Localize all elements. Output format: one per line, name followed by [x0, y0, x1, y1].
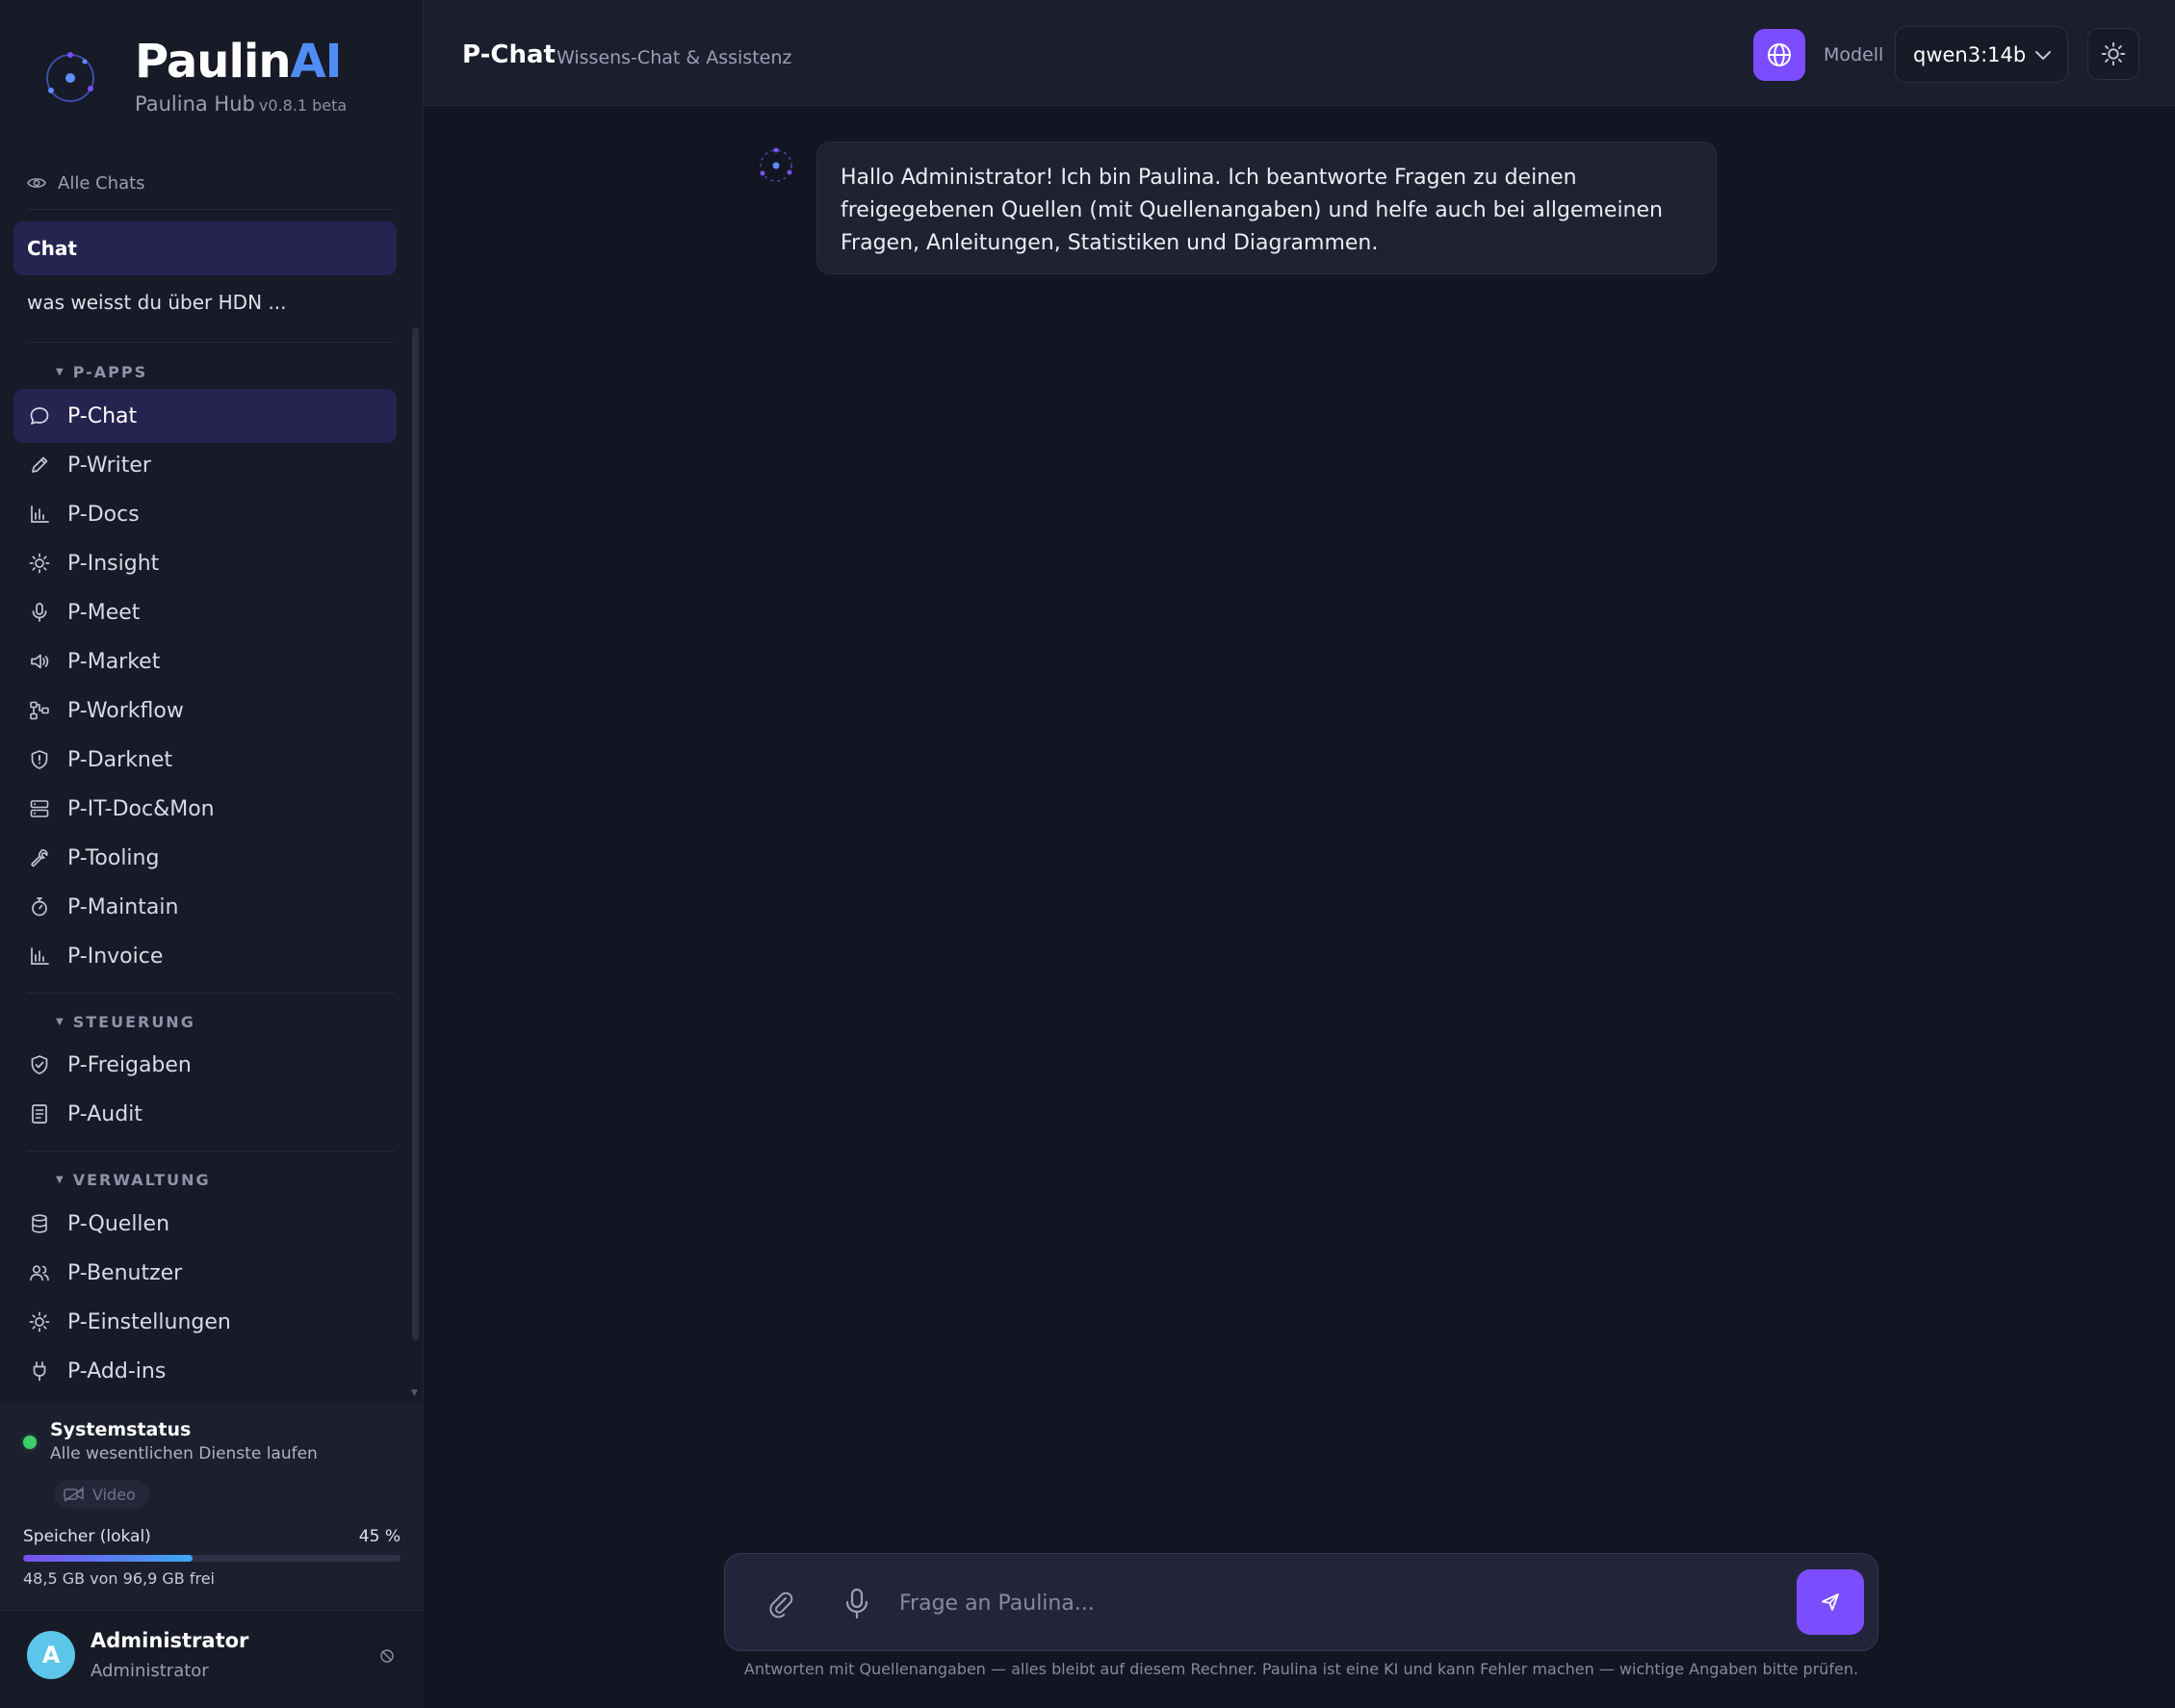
status-indicator — [23, 1436, 37, 1449]
pencil-icon — [32, 456, 48, 473]
app-window: PaulinAI Paulina Hub v0.8.1 beta Alle Cha… — [0, 0, 2175, 1708]
microphone-icon[interactable] — [843, 1588, 870, 1620]
status-subtitle: Alle wesentlichen Dienste laufen — [50, 1444, 318, 1463]
caret-down-icon: ▼ — [56, 366, 64, 377]
assistant-message: Hallo Administrator! Ich bin Paulina. Ic… — [816, 142, 1717, 274]
chevron-down-icon — [2035, 51, 2051, 60]
chat-history-item[interactable]: Chat — [13, 221, 397, 275]
megaphone-icon — [31, 654, 49, 669]
brand-name: PaulinAI — [135, 35, 343, 89]
nav-item-p-insight[interactable]: P-Insight — [13, 536, 397, 590]
send-button[interactable] — [1797, 1569, 1864, 1635]
section-header-steuerung[interactable]: ▼ STEUERUNG — [56, 1012, 195, 1031]
nav-item-p-it-doc-mon[interactable]: P-IT-Doc&Mon — [13, 782, 397, 836]
attach-icon[interactable] — [766, 1590, 795, 1618]
user-name: Administrator — [91, 1629, 249, 1652]
sun-icon — [29, 553, 50, 574]
sign-out-icon[interactable] — [379, 1648, 395, 1664]
sidebar-scrollbar[interactable] — [412, 327, 419, 1340]
workflow-icon — [30, 701, 49, 720]
storage-progress-bar — [23, 1555, 401, 1562]
brand-subtitle: Paulina Hub v0.8.1 beta — [135, 92, 348, 116]
page-title: P-Chat — [462, 40, 556, 69]
chat-bubble-icon — [30, 407, 49, 425]
sun-icon — [2101, 41, 2126, 66]
wrench-icon — [31, 849, 48, 867]
section-header-p-apps[interactable]: ▼ P-APPS — [56, 362, 147, 381]
bar-chart-icon — [31, 947, 49, 965]
chat-history-item[interactable]: was weisst du über HDN ... — [13, 275, 397, 329]
nav-item-p-add-ins[interactable]: P-Add-ins — [13, 1344, 397, 1398]
avatar[interactable]: A — [27, 1631, 75, 1679]
bar-chart-icon — [31, 505, 49, 523]
theme-toggle-button[interactable] — [2087, 28, 2139, 80]
sun-icon — [29, 1311, 50, 1333]
user-role: Administrator — [91, 1661, 209, 1681]
nav-item-p-writer[interactable]: P-Writer — [13, 438, 397, 492]
microphone-icon — [32, 603, 47, 622]
nav-item-p-workflow[interactable]: P-Workflow — [13, 684, 397, 738]
shield-alert-icon — [31, 750, 48, 769]
assistant-avatar-icon — [760, 147, 792, 182]
nav-item-p-docs[interactable]: P-Docs — [13, 487, 397, 541]
storage-free-text: 48,5 GB von 96,9 GB frei — [23, 1569, 215, 1588]
model-select[interactable]: qwen3:14b — [1895, 26, 2068, 83]
scroll-down-arrow-icon[interactable]: ▼ — [411, 1388, 418, 1398]
plug-icon — [33, 1361, 46, 1382]
divider — [27, 209, 395, 210]
video-chip[interactable]: Video — [54, 1480, 149, 1509]
brand: PaulinAI Paulina Hub v0.8.1 beta — [0, 0, 424, 154]
eye-icon — [27, 178, 46, 188]
model-label: Modell — [1824, 44, 1884, 65]
status-title: Systemstatus — [50, 1419, 192, 1440]
disclaimer-text: Antworten mit Quellenangaben — alles ble… — [743, 1660, 1859, 1678]
chat-input[interactable] — [899, 1579, 1785, 1627]
stopwatch-icon — [32, 897, 47, 917]
nav-item-p-chat[interactable]: P-Chat — [13, 389, 397, 443]
nav-item-p-quellen[interactable]: P-Quellen — [13, 1197, 397, 1251]
nav-item-p-invoice[interactable]: P-Invoice — [13, 929, 397, 983]
divider — [27, 993, 395, 994]
storage-label: Speicher (lokal) — [23, 1527, 151, 1546]
globe-icon — [1768, 43, 1791, 66]
database-icon — [32, 1214, 47, 1233]
web-search-toggle-button[interactable] — [1753, 29, 1805, 81]
divider — [27, 1151, 395, 1152]
divider — [27, 342, 395, 343]
nav-item-p-tooling[interactable]: P-Tooling — [13, 831, 397, 885]
nav-item-p-audit[interactable]: P-Audit — [13, 1087, 397, 1141]
nav-item-p-maintain[interactable]: P-Maintain — [13, 880, 397, 934]
document-icon — [32, 1104, 47, 1124]
all-chats-link[interactable]: Alle Chats — [27, 171, 145, 194]
nav-item-p-benutzer[interactable]: P-Benutzer — [13, 1246, 397, 1300]
logo-icon — [46, 52, 94, 102]
caret-down-icon: ▼ — [56, 1016, 64, 1027]
users-icon — [30, 1265, 49, 1281]
version-label: v0.8.1 beta — [258, 96, 348, 115]
video-off-icon — [64, 1487, 85, 1502]
server-icon — [30, 800, 49, 817]
nav-item-p-darknet[interactable]: P-Darknet — [13, 733, 397, 787]
page-subtitle: Wissens-Chat & Assistenz — [557, 47, 792, 68]
nav-item-p-freigaben[interactable]: P-Freigaben — [13, 1038, 397, 1092]
section-header-verwaltung[interactable]: ▼ VERWALTUNG — [56, 1170, 211, 1189]
storage-percent: 45 % — [358, 1527, 401, 1546]
send-icon — [1822, 1593, 1839, 1611]
nav-item-p-market[interactable]: P-Market — [13, 634, 397, 688]
storage-progress-fill — [23, 1555, 194, 1562]
caret-down-icon: ▼ — [56, 1174, 64, 1185]
shield-check-icon — [31, 1055, 48, 1074]
nav-item-p-meet[interactable]: P-Meet — [13, 585, 397, 639]
nav-item-p-einstellungen[interactable]: P-Einstellungen — [13, 1295, 397, 1349]
